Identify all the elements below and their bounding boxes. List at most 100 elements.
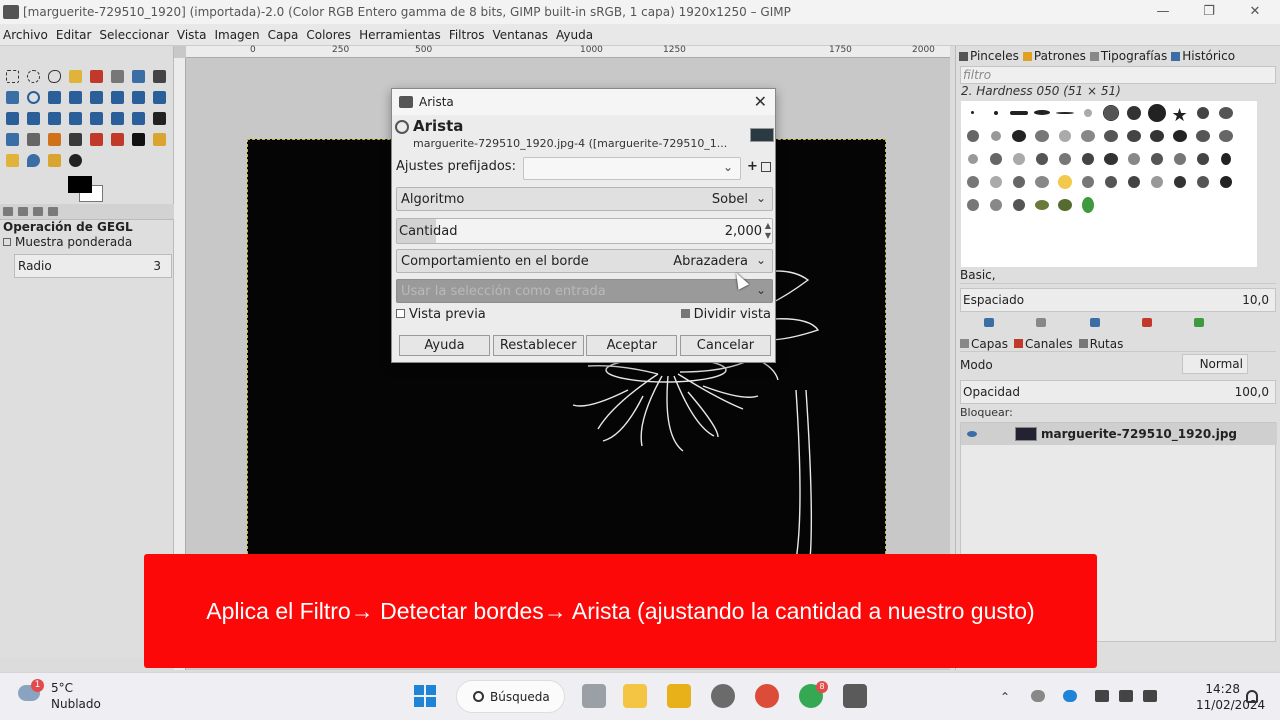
ink-tool-icon[interactable] xyxy=(128,129,149,150)
shear-tool-icon[interactable] xyxy=(23,108,44,129)
gradient-tool-icon[interactable] xyxy=(23,129,44,150)
weighted-sample-option[interactable]: Muestra ponderada xyxy=(3,235,132,249)
tab-patrones[interactable]: Patrones xyxy=(1034,49,1086,63)
align-tool-icon[interactable] xyxy=(86,87,107,108)
volume-icon[interactable] xyxy=(1119,690,1133,702)
spacing-field[interactable]: Espaciado 10,0 xyxy=(960,288,1276,312)
preset-menu-icon[interactable] xyxy=(761,162,771,172)
brush-item[interactable] xyxy=(1145,170,1168,193)
ok-button[interactable]: Aceptar xyxy=(586,335,678,356)
brush-item[interactable] xyxy=(1076,193,1099,216)
fg-bg-colors[interactable] xyxy=(68,176,108,206)
gimp-taskbar-icon[interactable] xyxy=(843,684,867,708)
new-brush-icon[interactable] xyxy=(1036,318,1046,327)
brush-item[interactable] xyxy=(1214,170,1237,193)
heal-tool-icon[interactable] xyxy=(2,150,23,171)
brush-item[interactable] xyxy=(1191,170,1214,193)
brush-item[interactable] xyxy=(1076,101,1099,124)
brush-grid[interactable]: ★ xyxy=(961,101,1257,267)
airbrush-tool-icon[interactable] xyxy=(107,129,128,150)
cage-tool-icon[interactable] xyxy=(65,108,86,129)
color-select-tool-icon[interactable] xyxy=(86,66,107,87)
brush-item[interactable] xyxy=(1122,101,1145,124)
duplicate-brush-icon[interactable] xyxy=(1090,318,1100,327)
mode-select[interactable]: Normal xyxy=(1182,354,1248,374)
notification-bell-icon[interactable] xyxy=(1246,690,1258,703)
fuzzy-select-tool-icon[interactable] xyxy=(65,66,86,87)
smudge-tool-icon[interactable] xyxy=(44,150,65,171)
brush-item[interactable] xyxy=(1168,147,1191,170)
menu-editar[interactable]: Editar xyxy=(56,28,92,42)
menu-ventanas[interactable]: Ventanas xyxy=(492,28,548,42)
brush-item[interactable] xyxy=(1053,124,1076,147)
brush-item[interactable] xyxy=(1122,147,1145,170)
menu-colores[interactable]: Colores xyxy=(306,28,351,42)
brush-item[interactable] xyxy=(1007,101,1030,124)
tray-expand-icon[interactable]: ⌃ xyxy=(1000,690,1010,704)
brush-item[interactable] xyxy=(961,101,984,124)
tab-canales[interactable]: Canales xyxy=(1025,337,1073,351)
brush-item[interactable] xyxy=(1076,147,1099,170)
reset-button[interactable]: Restablecer xyxy=(492,335,584,356)
rotate-tool-icon[interactable] xyxy=(149,87,170,108)
brush-item[interactable] xyxy=(1030,193,1053,216)
preview-checkbox[interactable]: Vista previa xyxy=(396,307,486,322)
brush-item[interactable] xyxy=(984,170,1007,193)
brush-item[interactable] xyxy=(1099,170,1122,193)
split-view-checkbox[interactable]: Dividir vista xyxy=(680,307,771,322)
tab-historico[interactable]: Histórico xyxy=(1182,49,1235,63)
brush-item[interactable] xyxy=(1145,147,1168,170)
chrome-icon[interactable] xyxy=(755,684,779,708)
menu-seleccionar[interactable]: Seleccionar xyxy=(99,28,168,42)
brush-tag-field[interactable]: Basic, xyxy=(960,268,1276,284)
border-behavior-select[interactable]: Comportamiento en el borde Abrazadera ⌄ xyxy=(396,249,773,273)
brush-item[interactable] xyxy=(1099,124,1122,147)
menu-capa[interactable]: Capa xyxy=(268,28,299,42)
weather-temperature[interactable]: 5°C xyxy=(51,681,73,695)
undo-tab-icon[interactable] xyxy=(33,207,43,216)
brush-item[interactable] xyxy=(961,170,984,193)
flip-tool-icon[interactable] xyxy=(44,108,65,129)
presets-combo[interactable]: ⌄ xyxy=(523,157,741,180)
zoom-tool-icon[interactable] xyxy=(23,87,44,108)
crop-tool-icon[interactable] xyxy=(107,87,128,108)
foreground-select-tool-icon[interactable] xyxy=(128,66,149,87)
brush-item[interactable] xyxy=(1053,193,1076,216)
notes-app-icon[interactable] xyxy=(667,684,691,708)
opacity-field[interactable]: Opacidad 100,0 xyxy=(960,380,1276,404)
dodge-tool-icon[interactable] xyxy=(65,150,86,171)
menu-imagen[interactable]: Imagen xyxy=(214,28,259,42)
brush-item[interactable] xyxy=(1053,147,1076,170)
spin-arrows-icon[interactable]: ▲ ▼ xyxy=(765,221,771,241)
brush-item[interactable] xyxy=(1191,124,1214,147)
brush-item[interactable] xyxy=(1214,124,1237,147)
sample-checkbox[interactable] xyxy=(3,238,11,246)
file-explorer-icon[interactable] xyxy=(623,684,647,708)
windows-start-icon[interactable] xyxy=(414,685,436,707)
unified-transform-tool-icon[interactable] xyxy=(128,87,149,108)
ellipse-select-tool-icon[interactable] xyxy=(23,66,44,87)
brush-item[interactable] xyxy=(1168,124,1191,147)
brush-item[interactable] xyxy=(1191,101,1214,124)
brush-item[interactable] xyxy=(1076,124,1099,147)
bucket-fill-tool-icon[interactable] xyxy=(2,129,23,150)
taskbar-search[interactable]: Búsqueda xyxy=(456,680,565,713)
brush-item[interactable] xyxy=(1053,101,1076,124)
close-window-button[interactable]: ✕ xyxy=(1232,0,1278,24)
brush-item[interactable] xyxy=(1030,101,1053,124)
brush-filter-input[interactable]: filtro xyxy=(960,66,1276,84)
color-picker-tool-icon[interactable] xyxy=(2,87,23,108)
brush-item[interactable] xyxy=(1007,147,1030,170)
clock[interactable]: 14:28 11/02/2024 xyxy=(1196,681,1265,713)
images-tab-icon[interactable] xyxy=(48,207,58,216)
cancel-button[interactable]: Cancelar xyxy=(679,335,771,356)
brush-item[interactable] xyxy=(984,147,1007,170)
brush-item[interactable]: ★ xyxy=(1168,101,1191,126)
edit-brush-icon[interactable] xyxy=(984,318,994,327)
device-status-tab-icon[interactable] xyxy=(18,207,28,216)
brush-item[interactable] xyxy=(1007,193,1030,216)
tool-options-tab-icon[interactable] xyxy=(3,207,13,216)
add-preset-button[interactable]: + xyxy=(747,159,758,174)
maximize-button[interactable]: ❐ xyxy=(1186,0,1232,24)
refresh-brushes-icon[interactable] xyxy=(1194,318,1204,327)
